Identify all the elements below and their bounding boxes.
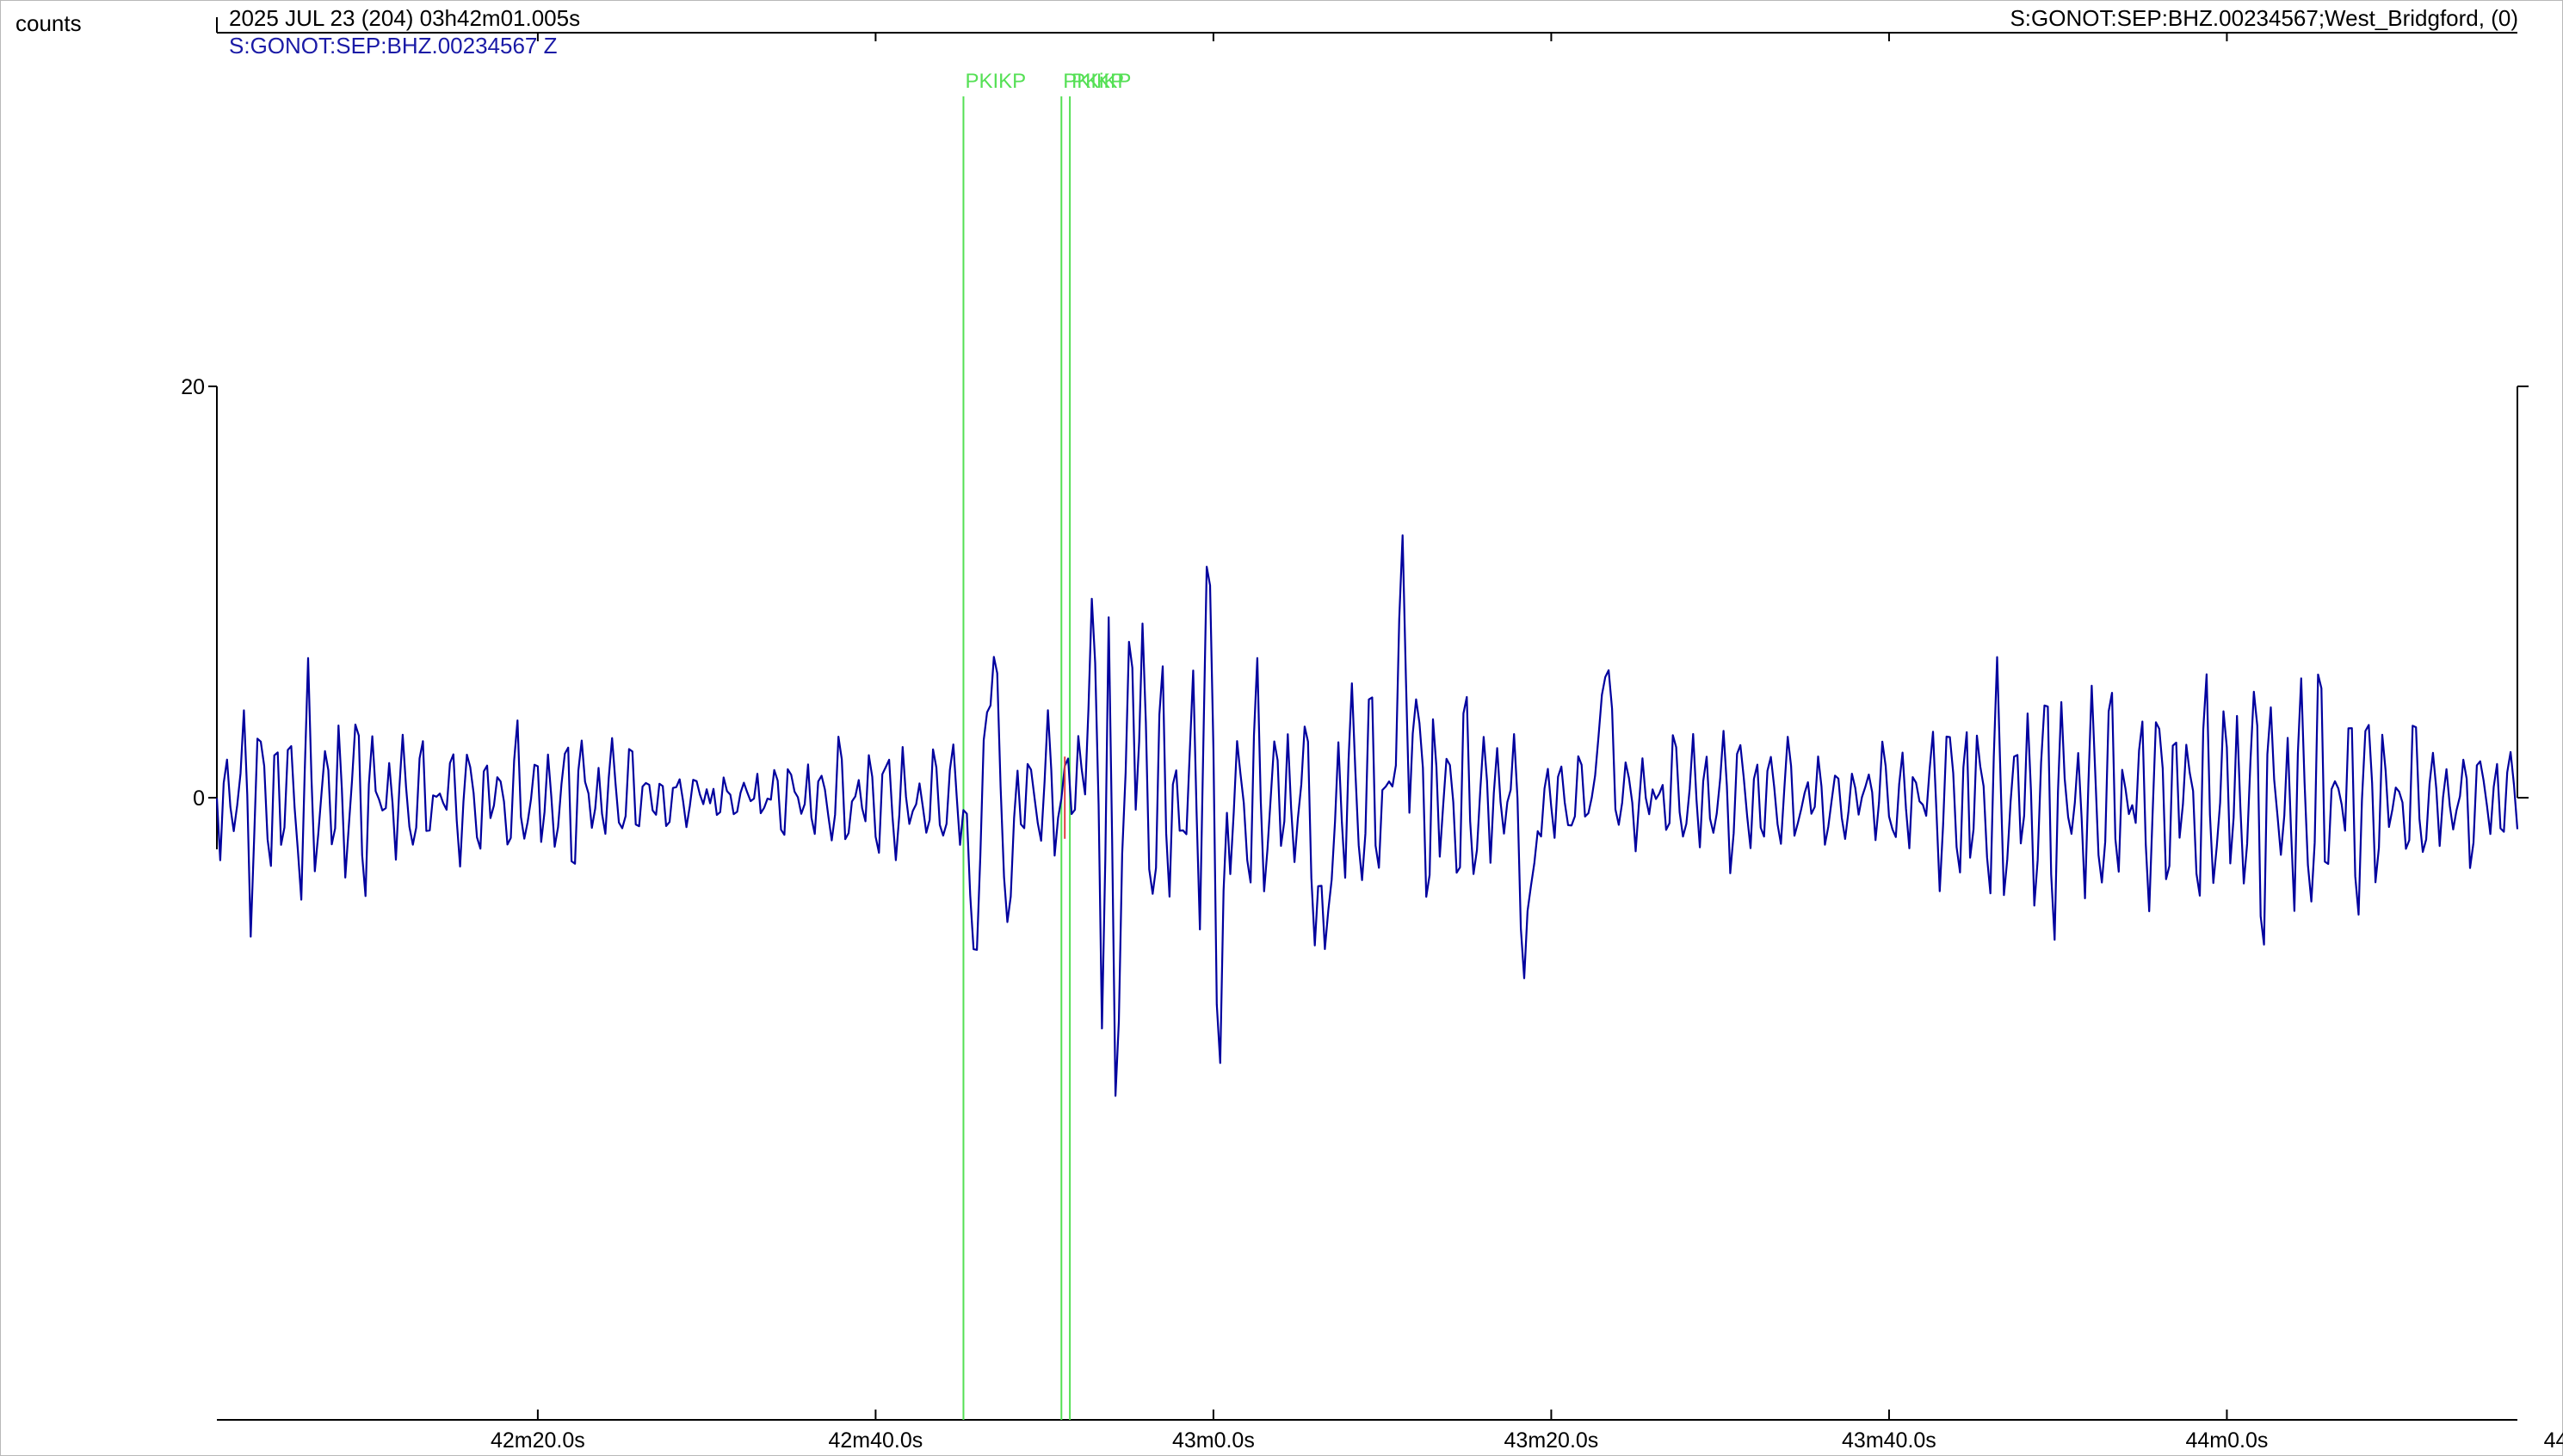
x-tick-label: 42m40.0s xyxy=(828,1428,923,1453)
phase-label: PKiKP xyxy=(1072,70,1131,93)
axes xyxy=(208,17,2529,1421)
x-tick-label: 44m0.0s xyxy=(2185,1428,2268,1453)
seismogram-plot: PKIKP PKIKPPKiKP 20042m20.0s 42m40.0s 43m0.… xyxy=(181,17,2563,1453)
x-tick-label: 44m xyxy=(2544,1428,2563,1453)
waveform-trace xyxy=(215,534,2519,1097)
x-tick-label: 42m20.0s xyxy=(491,1428,585,1453)
y-tick-label: 0 xyxy=(193,787,205,811)
tick-labels: 20 0 42m20.0s 42m40.0s 43m0.0s 43m20.0s 43m40.… xyxy=(181,375,2563,1453)
x-tick-label: 43m40.0s xyxy=(1842,1428,1936,1453)
x-tick-label: 43m20.0s xyxy=(1504,1428,1599,1453)
x-tick-label: 43m0.0s xyxy=(1172,1428,1255,1453)
waveform-line xyxy=(215,534,2519,1097)
phase-label: PKIKP xyxy=(965,70,1026,93)
y-tick-label: 20 xyxy=(181,375,205,399)
